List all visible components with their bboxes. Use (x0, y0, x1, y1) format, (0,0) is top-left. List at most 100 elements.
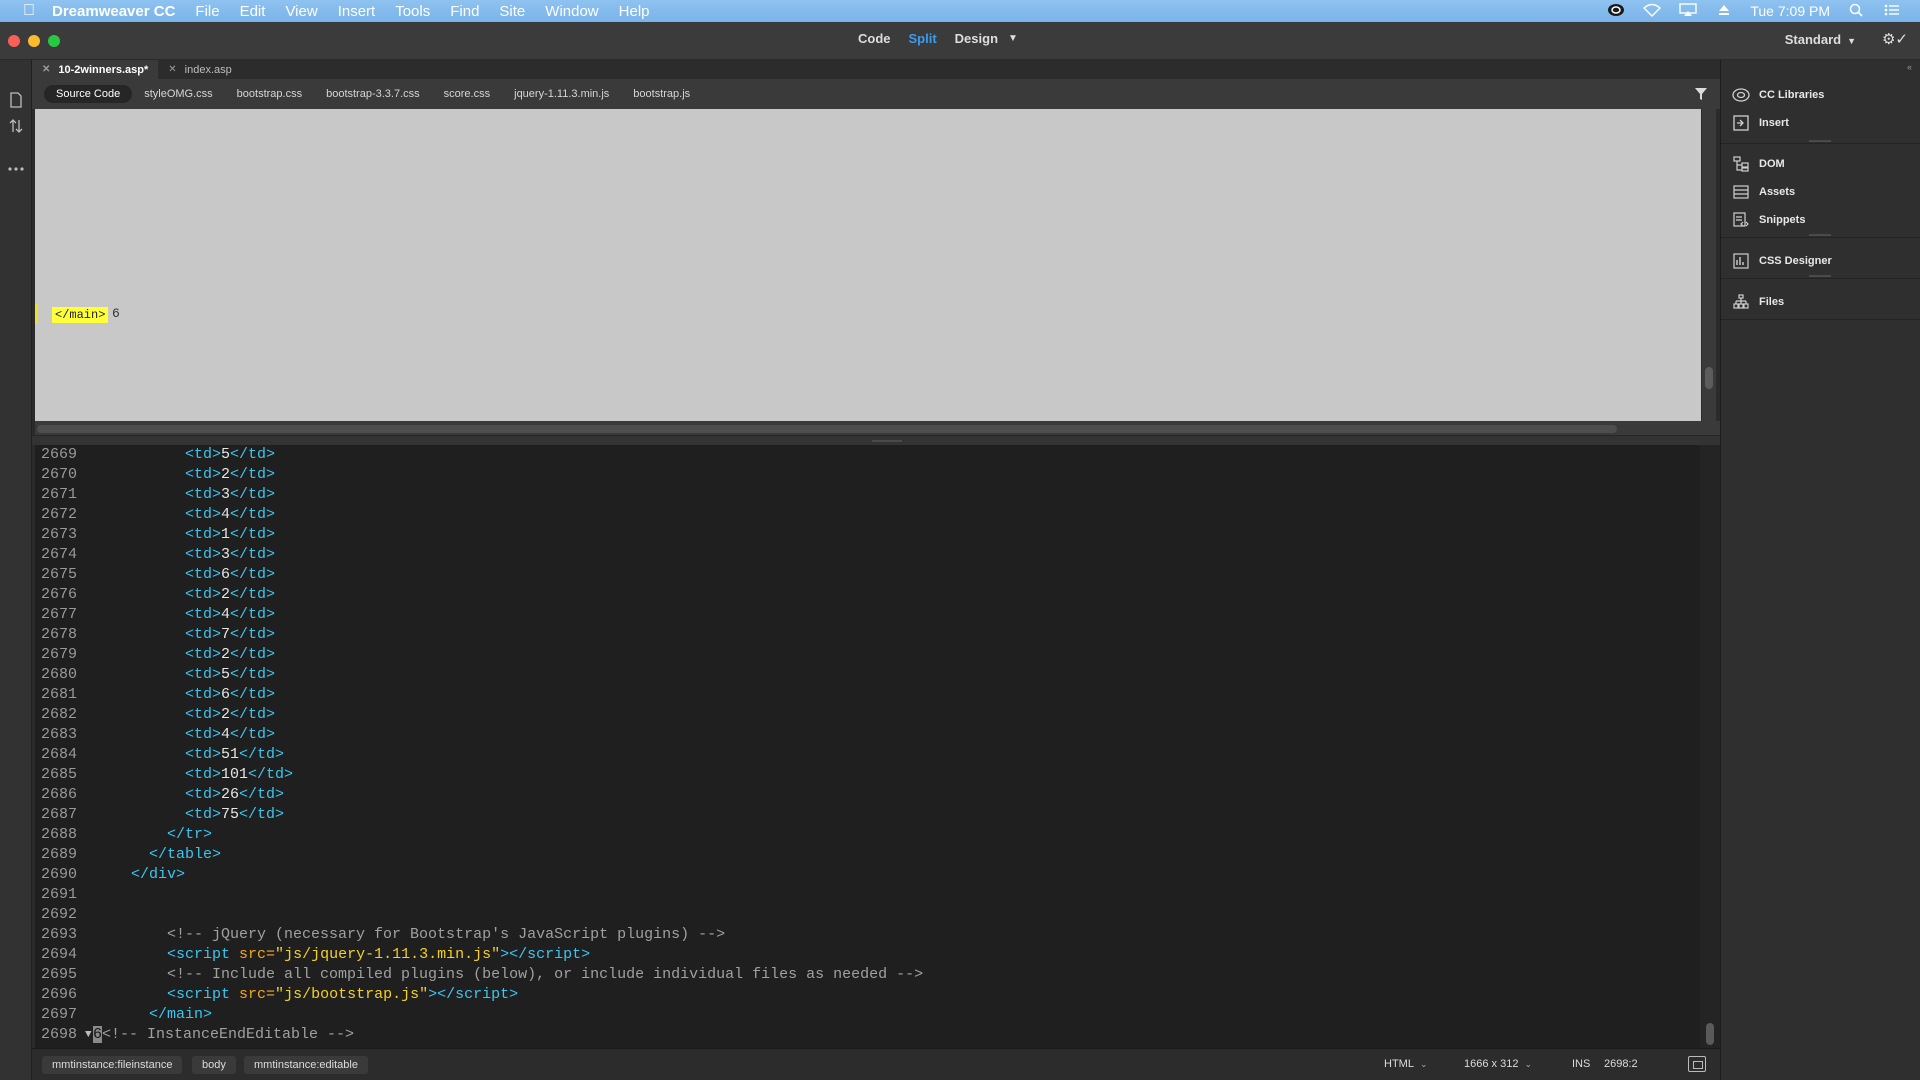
code-line[interactable]: 2695 <!-- Include all compiled plugins (… (35, 965, 1715, 985)
code-line[interactable]: 2674 <td>3</td> (35, 545, 1715, 565)
code-line[interactable]: 2681 <td>6</td> (35, 685, 1715, 705)
related-file-bootstrap-css[interactable]: bootstrap.css (225, 85, 314, 103)
panel-assets[interactable]: Assets (1721, 179, 1920, 205)
code-line[interactable]: 2686 <td>26</td> (35, 785, 1715, 805)
filter-related-files-icon[interactable] (1694, 87, 1708, 101)
panel-css-designer[interactable]: CSS Designer (1721, 248, 1920, 274)
related-file-bootstrap-337[interactable]: bootstrap-3.3.7.css (314, 85, 432, 103)
tab-index[interactable]: ✕ index.asp (158, 60, 241, 79)
code-line[interactable]: 2692 (35, 905, 1715, 925)
sync-settings-icon[interactable]: ⚙✓ (1882, 30, 1908, 48)
close-tab-icon[interactable]: ✕ (42, 64, 50, 75)
code-line[interactable]: 2678 <td>7</td> (35, 625, 1715, 645)
code-view-button[interactable]: Code (858, 31, 891, 46)
code-line[interactable]: 2687 <td>75</td> (35, 805, 1715, 825)
panel-group-separator[interactable] (1721, 234, 1920, 238)
related-file-jquery[interactable]: jquery-1.11.3.min.js (502, 85, 621, 103)
design-view-button[interactable]: Design (955, 31, 998, 46)
code-line[interactable]: 2696 <script src="js/bootstrap.js"></scr… (35, 985, 1715, 1005)
design-vertical-scrollbar[interactable] (1702, 109, 1716, 421)
code-line[interactable]: 2690 </div> (35, 865, 1715, 885)
related-file-styleomg[interactable]: styleOMG.css (132, 85, 224, 103)
menu-tools[interactable]: Tools (395, 3, 430, 20)
fold-arrow-icon[interactable]: ▼ (85, 1025, 92, 1045)
notification-center-icon[interactable] (1882, 3, 1902, 20)
panel-cc-libraries[interactable]: CC Libraries (1721, 82, 1920, 108)
breadcrumb-editable[interactable]: mmtinstance:editable (244, 1056, 368, 1074)
breadcrumb-body[interactable]: body (192, 1056, 236, 1074)
code-line[interactable]: 2691 (35, 885, 1715, 905)
panel-group-separator[interactable] (1721, 275, 1920, 279)
close-tab-icon[interactable]: ✕ (168, 64, 176, 75)
file-management-icon[interactable] (8, 118, 24, 137)
menu-site[interactable]: Site (499, 3, 525, 20)
panel-insert[interactable]: Insert (1721, 110, 1920, 136)
menubar-clock[interactable]: Tue 7:09 PM (1750, 3, 1830, 19)
code-line[interactable]: 2676 <td>2</td> (35, 585, 1715, 605)
panel-dom[interactable]: DOM (1721, 151, 1920, 177)
eject-icon[interactable] (1714, 3, 1734, 20)
code-line[interactable]: 2669 <td>5</td> (35, 445, 1715, 465)
menu-window[interactable]: Window (545, 3, 598, 20)
code-line[interactable]: 2675 <td>6</td> (35, 565, 1715, 585)
apple-icon[interactable]:  (18, 2, 40, 20)
creative-cloud-icon[interactable] (1606, 3, 1626, 20)
more-tools-icon[interactable] (8, 159, 24, 175)
code-line[interactable]: 2683 <td>4</td> (35, 725, 1715, 745)
open-documents-icon[interactable] (8, 92, 24, 111)
splitter-grip[interactable] (872, 440, 902, 442)
scrollbar-thumb[interactable] (1706, 1023, 1714, 1045)
scrollbar-thumb[interactable] (37, 425, 1617, 433)
menu-find[interactable]: Find (450, 3, 479, 20)
code-line[interactable]: 2697 </main> (35, 1005, 1715, 1025)
code-line[interactable]: 2680 <td>5</td> (35, 665, 1715, 685)
code-line[interactable]: 2688 </tr> (35, 825, 1715, 845)
minimize-window-button[interactable] (28, 35, 40, 47)
menu-help[interactable]: Help (619, 3, 650, 20)
tab-10-2winners[interactable]: ✕ 10-2winners.asp* (32, 60, 159, 79)
related-file-source-code[interactable]: Source Code (44, 85, 133, 103)
code-line[interactable]: 2682 <td>2</td> (35, 705, 1715, 725)
airplay-icon[interactable] (1678, 2, 1698, 20)
collapse-panel-icon[interactable]: « (1907, 62, 1912, 72)
menu-file[interactable]: File (195, 3, 219, 20)
code-line[interactable]: 2670 <td>2</td> (35, 465, 1715, 485)
related-file-bootstrap-js[interactable]: bootstrap.js (621, 85, 702, 103)
code-line[interactable]: 2684 <td>51</td> (35, 745, 1715, 765)
code-line[interactable]: 2677 <td>4</td> (35, 605, 1715, 625)
code-line[interactable]: 2679 <td>2</td> (35, 645, 1715, 665)
panel-group-separator[interactable] (1721, 140, 1920, 144)
spotlight-search-icon[interactable] (1846, 3, 1866, 20)
menu-view[interactable]: View (285, 3, 317, 20)
related-file-score-css[interactable]: score.css (432, 85, 502, 103)
design-horizontal-scrollbar[interactable] (35, 421, 1720, 435)
scrollbar-thumb[interactable] (1705, 367, 1713, 389)
menu-edit[interactable]: Edit (240, 3, 266, 20)
workspace-switcher[interactable]: Standard ▼ (1785, 32, 1856, 47)
panel-files[interactable]: Files (1721, 289, 1920, 315)
design-view[interactable]: </main> 6 (35, 109, 1701, 421)
code-line[interactable]: 2685 <td>101</td> (35, 765, 1715, 785)
code-line[interactable]: 2673 <td>1</td> (35, 525, 1715, 545)
code-line[interactable]: 2693 <!-- jQuery (necessary for Bootstra… (35, 925, 1715, 945)
main-tag-highlight[interactable]: </main> (52, 307, 109, 323)
panel-snippets[interactable]: Snippets (1721, 207, 1920, 233)
app-name-menu[interactable]: Dreamweaver CC (52, 3, 175, 20)
live-preview-icon[interactable] (1688, 1056, 1706, 1072)
code-line[interactable]: 2689 </table> (35, 845, 1715, 865)
split-divider[interactable] (32, 435, 1720, 445)
breadcrumb-fileinstance[interactable]: mmtinstance:fileinstance (42, 1056, 183, 1074)
code-line[interactable]: 2694 <script src="js/jquery-1.11.3.min.j… (35, 945, 1715, 965)
design-dropdown-caret-icon[interactable]: ▼ (1008, 33, 1018, 44)
code-view[interactable]: 2669 <td>5</td> 2670 <td>2</td> 2671 <td>3… (35, 445, 1715, 1048)
code-line[interactable]: 2698 ▼ 6<!-- InstanceEndEditable --> (35, 1025, 1715, 1045)
zoom-window-button[interactable] (48, 35, 60, 47)
split-view-button[interactable]: Split (909, 31, 937, 46)
menu-insert[interactable]: Insert (338, 3, 376, 20)
document-type-select[interactable]: HTML ⌄ (1384, 1058, 1428, 1070)
code-line[interactable]: 2671 <td>3</td> (35, 485, 1715, 505)
code-vertical-scrollbar[interactable] (1700, 445, 1720, 1048)
insert-mode-indicator[interactable]: INS (1572, 1058, 1590, 1070)
window-size-select[interactable]: 1666 x 312 ⌄ (1464, 1058, 1532, 1070)
close-window-button[interactable] (8, 35, 20, 47)
